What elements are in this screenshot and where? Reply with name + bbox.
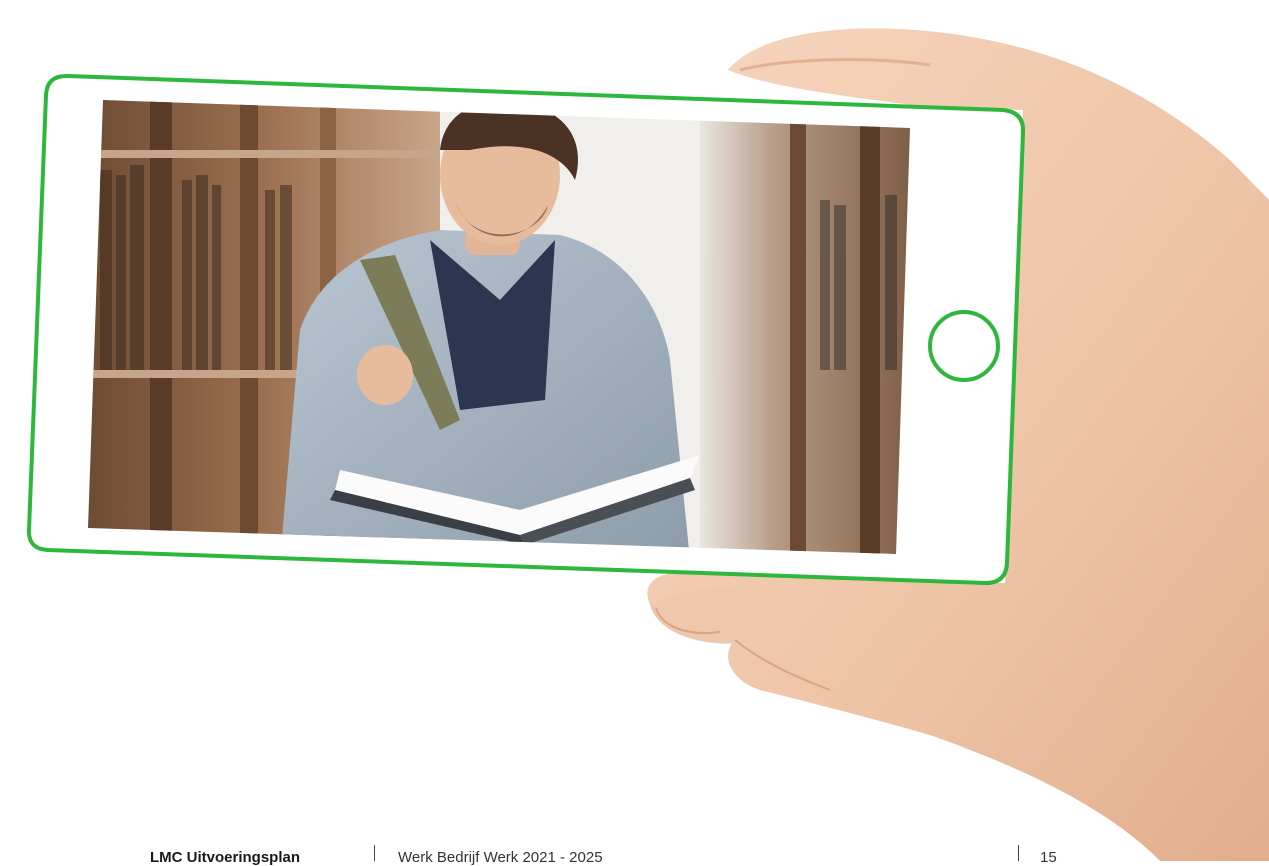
footer-subtitle: Werk Bedrijf Werk 2021 - 2025 (398, 849, 603, 866)
footer-divider-left (374, 845, 375, 861)
home-button-circle-icon[interactable] (928, 310, 1000, 382)
phone-illustration (26, 28, 1269, 861)
footer-title: LMC Uitvoeringsplan (150, 849, 301, 866)
phone-screen-photo (88, 100, 910, 554)
footer-divider-right (1018, 845, 1019, 861)
page-number: 15 (1040, 849, 1057, 866)
